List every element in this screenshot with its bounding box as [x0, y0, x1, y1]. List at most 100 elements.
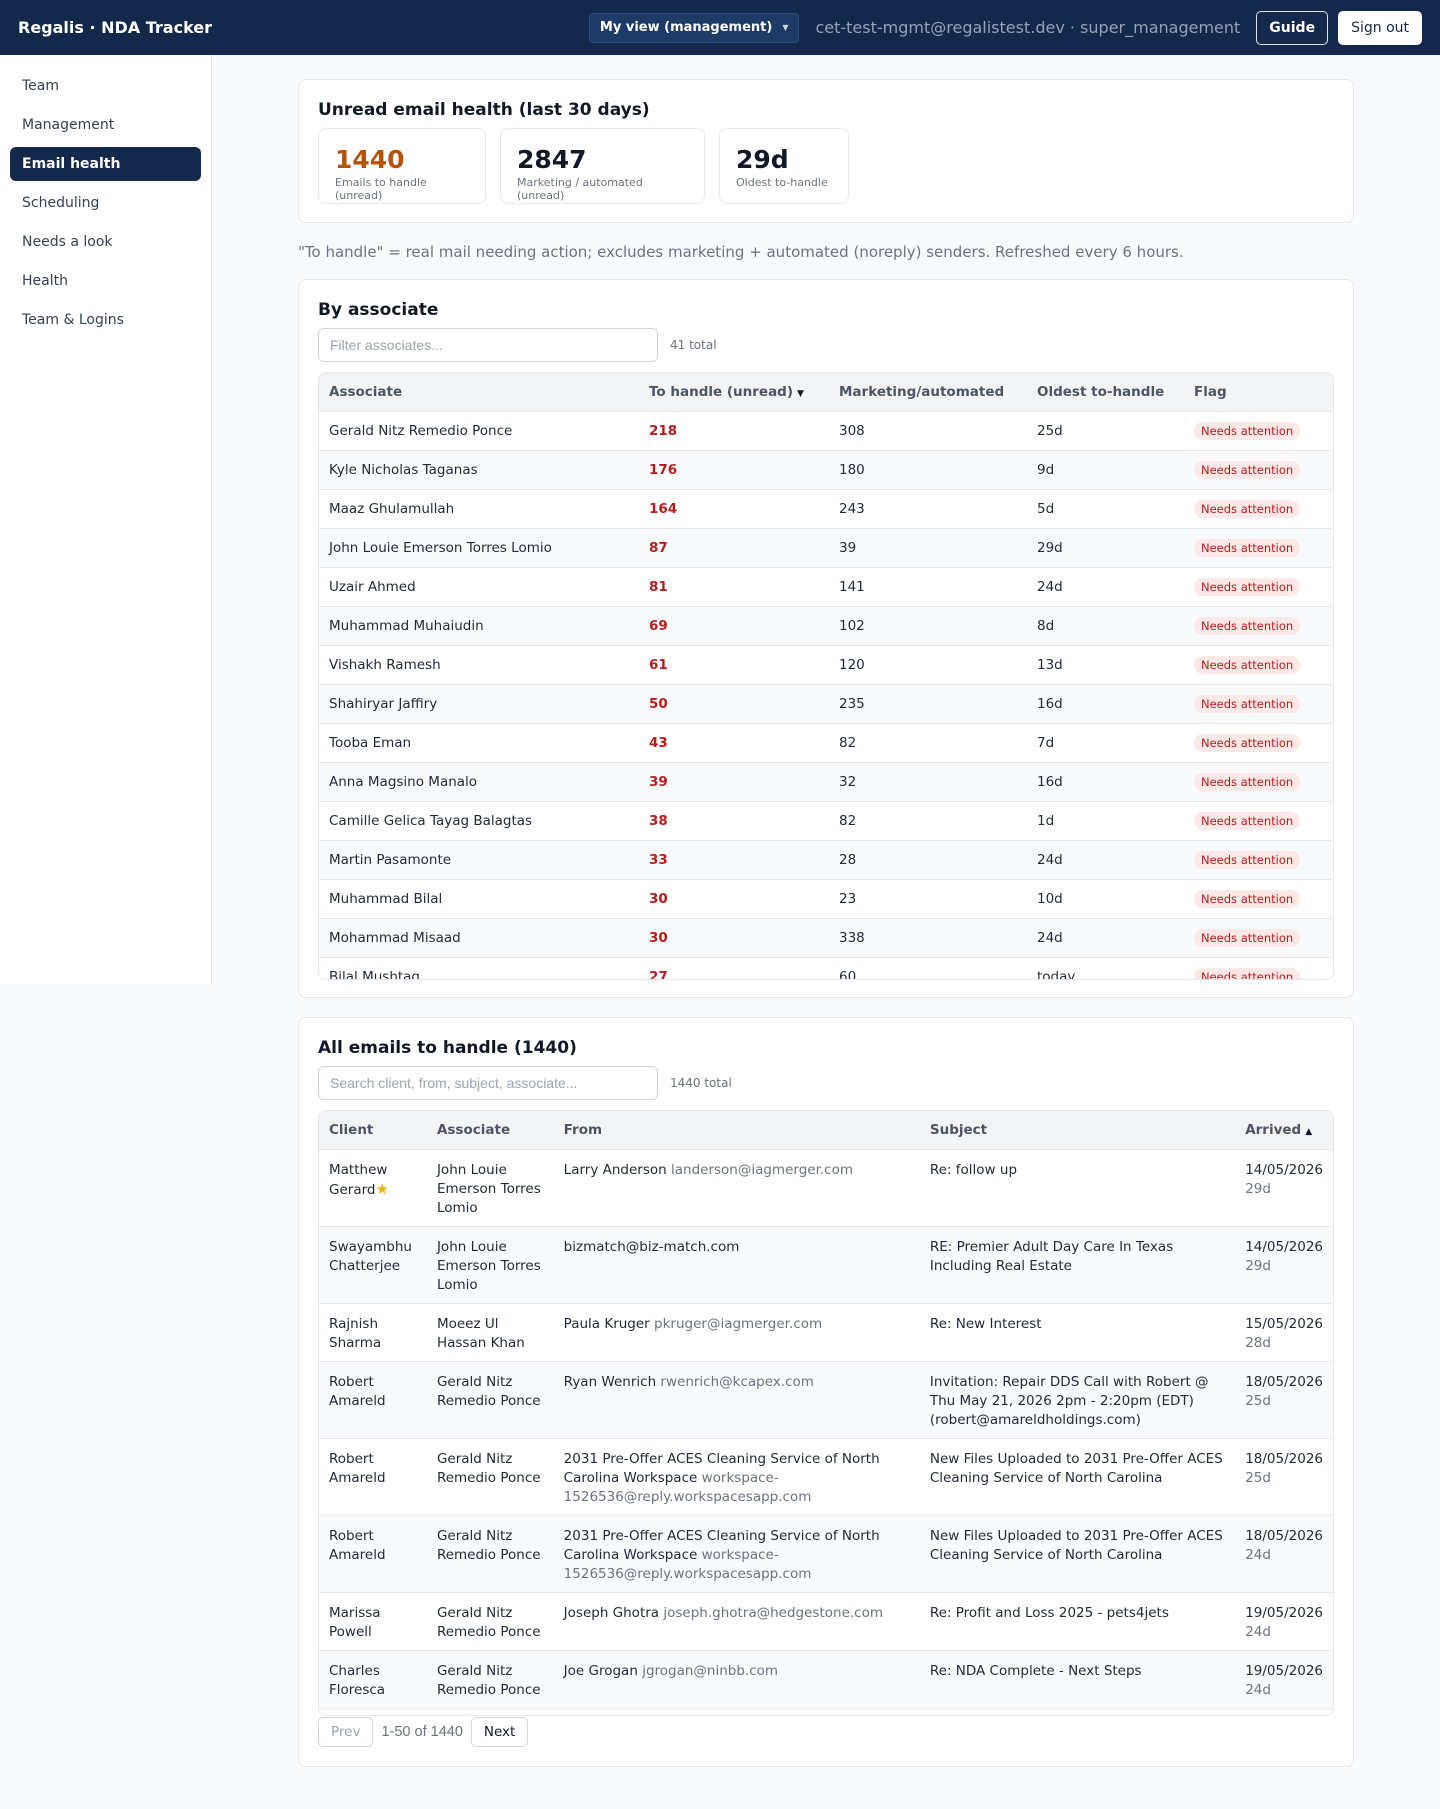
marketing-count-cell: 120: [829, 645, 1027, 685]
sidebar-item-team[interactable]: Team: [10, 69, 201, 103]
stat-label: Marketing / automated (unread): [517, 176, 643, 202]
table-row[interactable]: Tooba Eman 43 82 7d Needs attention: [319, 723, 1333, 763]
table-row[interactable]: Anna Magsino Manalo 39 32 16d Needs attentio…: [319, 762, 1333, 802]
chevron-down-icon: ▼: [782, 23, 789, 32]
flag-cell: Needs attention: [1184, 801, 1333, 841]
col-to-handle[interactable]: To handle (unread) ▼: [639, 373, 829, 412]
oldest-age-cell: 24d: [1027, 918, 1184, 958]
to-handle-count-cell: 69: [639, 606, 829, 646]
arrived-age: 24d: [1245, 1681, 1271, 1698]
to-handle-count-cell: 27: [639, 957, 829, 979]
marketing-count-cell: 235: [829, 684, 1027, 724]
table-row[interactable]: Vishakh Ramesh 61 120 13d Needs attention: [319, 645, 1333, 685]
arrived-date: 14/05/2026: [1245, 1161, 1323, 1178]
sidebar-item-needs-a-look[interactable]: Needs a look: [10, 225, 201, 259]
sidebar-item-scheduling[interactable]: Scheduling: [10, 186, 201, 220]
client-name: Robert Amareld: [329, 1450, 386, 1486]
marketing-count-cell: 82: [829, 801, 1027, 841]
table-row[interactable]: Matthew Gerard★ John Louie Emerson Torres…: [319, 1149, 1333, 1227]
associates-total: 41 total: [670, 338, 717, 352]
table-row[interactable]: Kyle Nicholas Taganas 176 180 9d Needs atten…: [319, 450, 1333, 490]
client-cell: Charles Floresca: [319, 1650, 427, 1709]
sort-asc-icon: ▲: [1305, 1126, 1313, 1137]
to-handle-count-cell: 218: [639, 411, 829, 451]
associate-cell: Gerald Nitz Remedio Ponce: [426, 1438, 554, 1516]
associate-cell: Gerald Nitz Remedio Ponce: [426, 1650, 554, 1709]
associate-name-cell: Bilal Mushtaq: [319, 957, 639, 979]
table-row[interactable]: Charles Floresca Gerald Nitz Remedio Ponc…: [319, 1650, 1333, 1709]
col-arrived[interactable]: Arrived ▲: [1235, 1111, 1333, 1150]
arrived-date: 18/05/2026: [1245, 1527, 1323, 1544]
oldest-age-cell: today: [1027, 957, 1184, 979]
oldest-age-cell: 8d: [1027, 606, 1184, 646]
arrived-age: 28d: [1245, 1334, 1271, 1351]
client-name: Rajnish Sharma: [329, 1315, 382, 1351]
oldest-age-cell: 25d: [1027, 411, 1184, 451]
all-emails-card: All emails to handle (1440) Search clien…: [298, 1017, 1354, 1767]
col-to-handle-label: To handle (unread): [649, 383, 794, 400]
table-row[interactable]: Muhammad Muhaiudin 69 102 8d Needs attention: [319, 606, 1333, 646]
arrived-date: 19/05/2026: [1245, 1604, 1323, 1621]
table-row[interactable]: Robert Amareld Gerald Nitz Remedio Ponce 2…: [319, 1515, 1333, 1593]
from-cell: Joseph Ghotra joseph.ghotra@hedgestone.c…: [553, 1592, 920, 1651]
col-client[interactable]: Client: [319, 1111, 427, 1150]
sort-desc-icon: ▼: [797, 388, 804, 399]
sidebar-item-health[interactable]: Health: [10, 264, 201, 298]
col-flag[interactable]: Flag: [1184, 373, 1333, 412]
filter-associates-input[interactable]: Filter associates...: [318, 328, 658, 362]
table-row[interactable]: Martin Pasamonte 33 28 24d Needs attention: [319, 840, 1333, 880]
table-row[interactable]: Rajnish Sharma Moeez Ul Hassan Khan Paula …: [319, 1303, 1333, 1362]
col-associate[interactable]: Associate: [319, 373, 639, 412]
guide-button[interactable]: Guide: [1256, 10, 1329, 45]
sign-out-button[interactable]: Sign out: [1338, 10, 1422, 45]
table-row[interactable]: Mohammad Misaad 30 338 24d Needs attention: [319, 918, 1333, 958]
oldest-age-cell: 24d: [1027, 840, 1184, 880]
search-emails-input[interactable]: Search client, from, subject, associate.…: [318, 1066, 658, 1100]
flag-cell: Needs attention: [1184, 879, 1333, 919]
table-row[interactable]: Robert Amareld Gerald Nitz Remedio Ponce 2…: [319, 1438, 1333, 1516]
view-select[interactable]: My view (management) ▼: [588, 12, 800, 43]
associates-table[interactable]: Associate To handle (unread) ▼ Marketing/…: [318, 372, 1334, 980]
associate-cell: Gerald Nitz Remedio Ponce: [426, 1592, 554, 1651]
stat-value: 1440: [335, 145, 405, 174]
col-marketing[interactable]: Marketing/automated: [829, 373, 1027, 412]
flag-cell: Needs attention: [1184, 450, 1333, 490]
arrived-cell: 18/05/2026 25d: [1235, 1361, 1333, 1439]
emails-table[interactable]: Client Associate From Subject Arrived ▲ M…: [318, 1110, 1334, 1716]
from-cell: 2031 Pre-Offer ACES Cleaning Service of …: [553, 1515, 920, 1593]
prev-button[interactable]: Prev: [318, 1717, 374, 1747]
col-oldest[interactable]: Oldest to-handle: [1027, 373, 1184, 412]
stat-marketing-automated: 2847 Marketing / automated (unread): [500, 128, 705, 204]
next-button[interactable]: Next: [470, 1717, 529, 1747]
table-row[interactable]: Marissa Powell Gerald Nitz Remedio Ponce J…: [319, 1592, 1333, 1651]
table-row[interactable]: Uzair Ahmed 81 141 24d Needs attention: [319, 567, 1333, 607]
associates-title: By associate: [318, 300, 439, 320]
arrived-age: 25d: [1245, 1469, 1271, 1486]
table-row[interactable]: Camille Gelica Tayag Balagtas 38 82 1d Needs…: [319, 801, 1333, 841]
arrived-date: 15/05/2026: [1245, 1315, 1323, 1332]
col-associate[interactable]: Associate: [426, 1111, 554, 1150]
associate-cell: John Louie Emerson Torres Lomio: [426, 1149, 554, 1227]
table-row[interactable]: Gerald Nitz Remedio Ponce 218 308 25d Needs …: [319, 411, 1333, 451]
sidebar-item-team-logins[interactable]: Team & Logins: [10, 303, 201, 337]
col-subject[interactable]: Subject: [919, 1111, 1236, 1150]
status-badge: Needs attention: [1194, 460, 1301, 479]
col-from[interactable]: From: [553, 1111, 920, 1150]
associate-name-cell: Vishakh Ramesh: [319, 645, 639, 685]
table-row[interactable]: Shahiryar Jaffiry 50 235 16d Needs attention: [319, 684, 1333, 724]
flag-cell: Needs attention: [1184, 606, 1333, 646]
associate-name-cell: Tooba Eman: [319, 723, 639, 763]
table-row[interactable]: Bilal Mushtaq 27 60 today Needs attention: [319, 957, 1333, 979]
table-row[interactable]: Swayambhu Chatterjee John Louie Emerson T…: [319, 1226, 1333, 1304]
oldest-age-cell: 1d: [1027, 801, 1184, 841]
sidebar-item-management[interactable]: Management: [10, 108, 201, 142]
table-row[interactable]: Maaz Ghulamullah 164 243 5d Needs attention: [319, 489, 1333, 529]
table-row[interactable]: Muhammad Bilal 30 23 10d Needs attention: [319, 879, 1333, 919]
client-name: Swayambhu Chatterjee: [329, 1238, 412, 1274]
table-row[interactable]: John Louie Emerson Torres Lomio 87 39 29d Ne…: [319, 528, 1333, 568]
associate-name-cell: Uzair Ahmed: [319, 567, 639, 607]
marketing-count-cell: 141: [829, 567, 1027, 607]
sidebar-item-email-health[interactable]: Email health: [10, 147, 201, 181]
from-cell: Joe Grogan jgrogan@ninbb.com: [553, 1650, 920, 1709]
table-row[interactable]: Robert Amareld Gerald Nitz Remedio Ponce R…: [319, 1361, 1333, 1439]
